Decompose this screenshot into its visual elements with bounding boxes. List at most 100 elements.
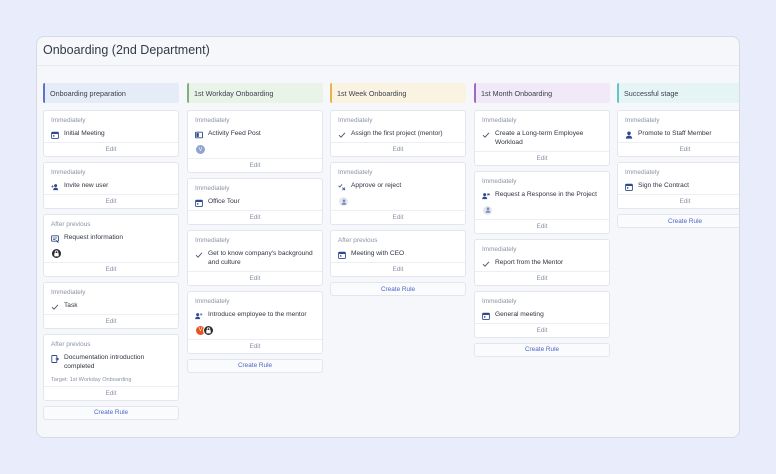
create-rule-button[interactable]: Create Rule xyxy=(187,358,323,373)
approve-icon xyxy=(338,183,346,191)
edit-button[interactable]: Edit xyxy=(44,262,178,276)
rule-timing: After previous xyxy=(51,341,91,348)
rule-action: Office Tour xyxy=(195,198,315,207)
feed-icon xyxy=(195,131,203,139)
column-header[interactable]: Onboarding preparation xyxy=(43,83,179,103)
create-rule-button[interactable]: Create Rule xyxy=(330,282,466,296)
responsible-avatars: V xyxy=(195,144,315,155)
rule-action: Report from the Mentor xyxy=(482,259,602,268)
rule-timing: Immediately xyxy=(482,117,517,124)
column-header[interactable]: Successful stage xyxy=(617,83,739,103)
rule-card[interactable]: Immediately Report from the Mentor Edit xyxy=(474,238,610,286)
avatar[interactable]: V xyxy=(195,144,206,155)
rule-timing: Immediately xyxy=(482,297,517,305)
check-icon xyxy=(338,131,346,139)
create-rule-button[interactable]: Create Rule xyxy=(474,342,610,357)
rule-card[interactable]: Immediately Sign the Contract Edit xyxy=(617,162,739,209)
rule-action: Meeting with CEO xyxy=(338,250,458,259)
rule-action: Introduce employee to the mentor xyxy=(195,311,315,320)
edit-button[interactable]: Edit xyxy=(44,194,178,208)
rule-action-label: Office Tour xyxy=(208,198,240,205)
rule-action: Sign the Contract xyxy=(625,182,739,191)
create-rule-button[interactable]: Create Rule xyxy=(617,214,739,228)
onboarding-window: Onboarding (2nd Department) Onboarding p… xyxy=(36,36,740,438)
rule-action: Initial Meeting xyxy=(51,130,171,139)
kanban-board: Onboarding preparation Immediately Initial… xyxy=(43,83,739,437)
rule-action-label: Get to know company's background and cul… xyxy=(208,250,313,266)
rule-card[interactable]: Immediately General meeting Edit xyxy=(474,290,610,338)
rule-card[interactable]: Immediately Assign the first project (men… xyxy=(330,110,466,157)
rule-card[interactable]: Immediately Activity Feed Post V Edit xyxy=(187,110,323,173)
user-icon[interactable] xyxy=(338,196,349,207)
rule-action: Assign the first project (mentor) xyxy=(338,130,458,139)
column-5: Successful stage Immediately Promote to St… xyxy=(617,83,739,228)
rule-timing: Immediately xyxy=(338,117,373,124)
rule-card[interactable]: After previous Meeting with CEO Edit xyxy=(330,230,466,277)
rule-card[interactable]: Immediately Office Tour Edit xyxy=(187,178,323,225)
rule-card[interactable]: Immediately Invite new user Edit xyxy=(43,162,179,209)
rule-timing: Immediately xyxy=(51,117,86,124)
rule-action: Documentation introduction completed xyxy=(51,354,171,372)
rule-timing: Immediately xyxy=(195,185,230,192)
add-user-icon xyxy=(51,183,59,191)
lock-icon[interactable] xyxy=(51,248,62,259)
edit-button[interactable]: Edit xyxy=(331,142,465,156)
rule-card[interactable]: Immediately Promote to Staff Member Edit xyxy=(617,110,739,157)
rule-card[interactable]: Immediately Approve or reject Edit xyxy=(330,162,466,225)
rule-action-label: Sign the Contract xyxy=(638,182,689,189)
column-1: Onboarding preparation Immediately Initial… xyxy=(43,83,179,420)
rule-action-label: Activity Feed Post xyxy=(208,130,261,137)
column-header[interactable]: 1st Month Onboarding xyxy=(474,83,610,103)
rule-action: Approve or reject xyxy=(338,182,458,191)
edit-button[interactable]: Edit xyxy=(188,210,322,224)
rule-card[interactable]: Immediately Get to know company's backgro… xyxy=(187,230,323,286)
user-icon xyxy=(625,131,633,139)
rule-timing: Immediately xyxy=(625,169,660,176)
edit-button[interactable]: Edit xyxy=(188,338,322,353)
page-title: Onboarding (2nd Department) xyxy=(43,43,210,57)
rule-action-label: Create a Long-term Employee Workload xyxy=(495,130,584,146)
check-icon xyxy=(195,251,203,259)
edit-button[interactable]: Edit xyxy=(44,142,178,156)
edit-button[interactable]: Edit xyxy=(331,210,465,224)
column-header[interactable]: 1st Workday Onboarding xyxy=(187,83,323,103)
edit-button[interactable]: Edit xyxy=(618,142,739,156)
rule-action-label: Approve or reject xyxy=(351,182,402,189)
edit-button[interactable]: Edit xyxy=(44,385,178,400)
rule-card[interactable]: Immediately Initial Meeting Edit xyxy=(43,110,179,157)
edit-button[interactable]: Edit xyxy=(44,314,178,328)
rule-action: Promote to Staff Member xyxy=(625,130,739,139)
rule-action-label: Meeting with CEO xyxy=(351,250,405,257)
rule-card[interactable]: Immediately Create a Long-term Employee W… xyxy=(474,110,610,166)
edit-button[interactable]: Edit xyxy=(618,194,739,208)
create-rule-button[interactable]: Create Rule xyxy=(43,405,179,420)
column-header[interactable]: 1st Week Onboarding xyxy=(330,83,466,103)
rule-action: Task xyxy=(51,302,171,311)
column-2: 1st Workday Onboarding Immediately Activit… xyxy=(187,83,323,373)
responsible-avatars xyxy=(51,248,171,259)
rule-timing: Immediately xyxy=(195,297,230,305)
edit-button[interactable]: Edit xyxy=(475,270,609,285)
rule-card[interactable]: Immediately Introduce employee to the men… xyxy=(187,290,323,354)
rule-card[interactable]: Immediately Request a Response in the Pro… xyxy=(474,170,610,234)
request-icon xyxy=(482,192,490,200)
user-icon[interactable] xyxy=(482,204,493,216)
rule-card[interactable]: Immediately Task Edit xyxy=(43,282,179,329)
responsible-avatars: V xyxy=(195,324,315,336)
check-icon xyxy=(51,303,59,311)
edit-button[interactable]: Edit xyxy=(188,158,322,172)
lock-icon[interactable] xyxy=(203,324,214,336)
rule-card[interactable]: After previous Documentation introduction… xyxy=(43,334,179,401)
form-icon xyxy=(51,235,59,243)
rule-timing: Immediately xyxy=(625,117,660,124)
edit-button[interactable]: Edit xyxy=(188,270,322,285)
edit-button[interactable]: Edit xyxy=(475,322,609,337)
rule-timing: After previous xyxy=(338,237,378,244)
rule-action-label: General meeting xyxy=(495,310,544,318)
edit-button[interactable]: Edit xyxy=(475,150,609,165)
edit-button[interactable]: Edit xyxy=(331,262,465,276)
edit-button[interactable]: Edit xyxy=(475,218,609,233)
rule-action: General meeting xyxy=(482,311,602,320)
rule-action-label: Invite new user xyxy=(64,182,109,189)
rule-card[interactable]: After previous Request information Edit xyxy=(43,214,179,277)
